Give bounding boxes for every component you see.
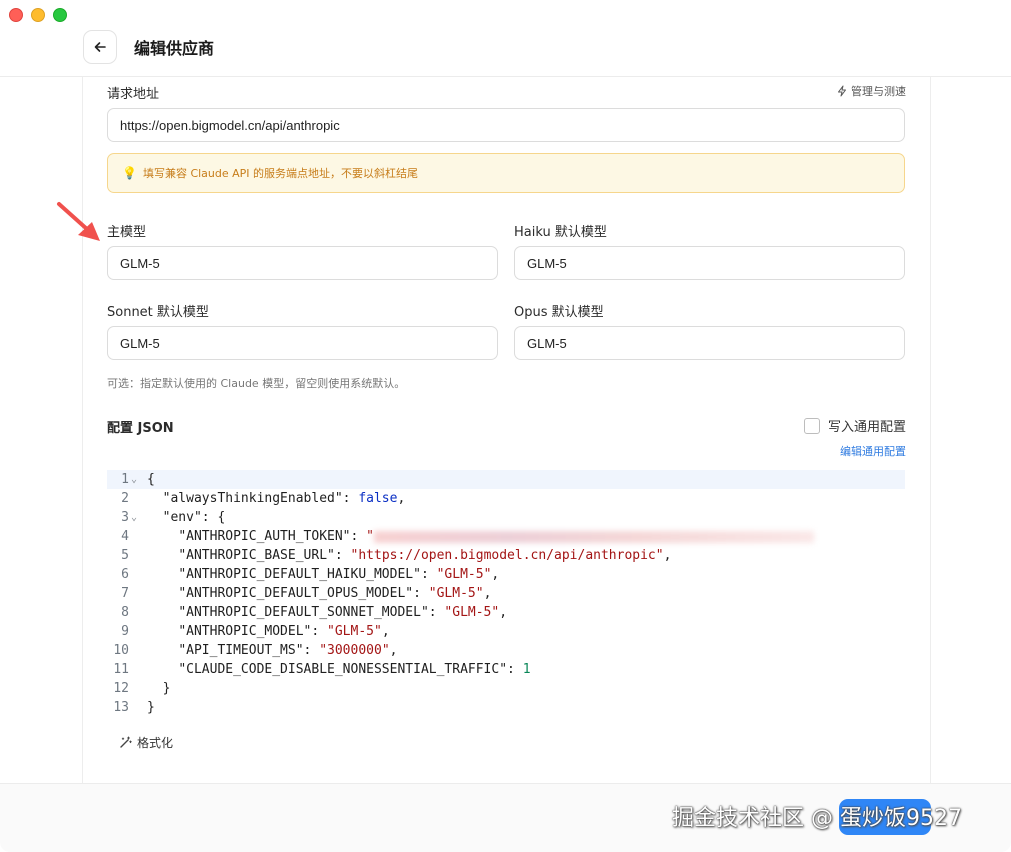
json-key: "ANTHROPIC_MODEL" xyxy=(178,624,312,639)
endpoint-input[interactable]: https://open.bigmodel.cn/api/anthropic xyxy=(107,108,905,142)
header-bar: 编辑供应商 xyxy=(0,0,1011,77)
format-label: 格式化 xyxy=(137,736,174,750)
line-number: 8 xyxy=(121,605,129,620)
line-number: 9 xyxy=(121,624,129,639)
line-number: 11 xyxy=(113,662,129,677)
json-key: "CLAUDE_CODE_DISABLE_NONESSENTIAL_TRAFFI… xyxy=(178,662,508,677)
write-common-config-label: 写入通用配置 xyxy=(827,420,906,435)
code-line: 1 ⌄ { xyxy=(107,470,905,489)
code-text: } xyxy=(147,700,155,715)
form-panel: 请求地址 管理与测速 https://open.bigmodel.cn/api/… xyxy=(82,77,931,783)
line-number: 5 xyxy=(121,548,129,563)
json-key: "env" xyxy=(162,510,202,525)
arrow-left-icon xyxy=(94,42,106,52)
code-line: 2 "alwaysThinkingEnabled": false, xyxy=(107,489,905,508)
code-text: { xyxy=(147,472,155,487)
manage-speedtest-label: 管理与测速 xyxy=(851,85,906,98)
code-line: 6 "ANTHROPIC_DEFAULT_HAIKU_MODEL": "GLM-… xyxy=(107,565,905,584)
sonnet-model-label: Sonnet 默认模型 xyxy=(107,305,209,320)
main-model-label: 主模型 xyxy=(107,225,147,240)
code-line: 13 } xyxy=(107,698,905,717)
code-line: 4 "ANTHROPIC_AUTH_TOKEN": " xyxy=(107,527,905,546)
format-button[interactable]: 格式化 xyxy=(119,734,173,751)
annotation-arrow-icon xyxy=(57,202,100,241)
config-json-title: 配置 JSON xyxy=(107,421,174,436)
page-title: 编辑供应商 xyxy=(134,39,215,58)
edit-common-config-link[interactable]: 编辑通用配置 xyxy=(840,443,906,459)
line-number: 3 xyxy=(121,510,129,525)
sonnet-model-input[interactable]: GLM-5 xyxy=(107,326,498,360)
json-value: " xyxy=(366,529,374,544)
json-key: "ANTHROPIC_AUTH_TOKEN" xyxy=(178,529,351,544)
code-line: 5 "ANTHROPIC_BASE_URL": "https://open.bi… xyxy=(107,546,905,565)
lightning-icon xyxy=(838,85,846,97)
json-key: "ANTHROPIC_DEFAULT_HAIKU_MODEL" xyxy=(178,567,421,582)
json-key: "alwaysThinkingEnabled" xyxy=(162,491,343,506)
opus-model-label: Opus 默认模型 xyxy=(514,305,604,320)
redacted-token xyxy=(373,530,814,543)
code-line: 11 "CLAUDE_CODE_DISABLE_NONESSENTIAL_TRA… xyxy=(107,660,905,679)
json-key: "ANTHROPIC_DEFAULT_SONNET_MODEL" xyxy=(178,605,429,620)
json-value: 1 xyxy=(522,662,531,677)
fold-chevron-icon[interactable]: ⌄ xyxy=(131,470,137,489)
minimize-window-button[interactable] xyxy=(31,8,45,22)
write-common-config-checkbox[interactable] xyxy=(803,417,820,434)
endpoint-tip: 💡 填写兼容 Claude API 的服务端点地址，不要以斜杠结尾 xyxy=(107,153,905,193)
json-value: "3000000" xyxy=(319,643,390,658)
haiku-model-input[interactable]: GLM-5 xyxy=(514,246,905,280)
endpoint-label: 请求地址 xyxy=(107,87,160,102)
code-text: } xyxy=(162,681,171,696)
write-common-config-toggle[interactable]: 写入通用配置 xyxy=(803,416,906,435)
code-line: 7 "ANTHROPIC_DEFAULT_OPUS_MODEL": "GLM-5… xyxy=(107,584,905,603)
line-number: 13 xyxy=(113,700,129,715)
watermark-text: 掘金技术社区 @ 蛋炒饭9527 xyxy=(672,806,962,831)
opus-model-input[interactable]: GLM-5 xyxy=(514,326,905,360)
app-window: 编辑供应商 请求地址 管理与测速 https://open.bigmodel.c… xyxy=(0,0,1011,852)
json-value: "GLM-5" xyxy=(327,624,382,639)
line-number: 7 xyxy=(121,586,129,601)
line-number: 6 xyxy=(121,567,129,582)
code-line: 3 ⌄ "env": { xyxy=(107,508,905,527)
line-number: 2 xyxy=(121,491,129,506)
json-value: false xyxy=(358,491,398,506)
fold-chevron-icon[interactable]: ⌄ xyxy=(131,508,137,527)
lightbulb-icon: 💡 xyxy=(122,166,137,180)
line-number: 10 xyxy=(113,643,129,658)
json-key: "ANTHROPIC_DEFAULT_OPUS_MODEL" xyxy=(178,586,414,601)
code-line: 9 "ANTHROPIC_MODEL": "GLM-5", xyxy=(107,622,905,641)
code-line: 12 } xyxy=(107,679,905,698)
manage-speedtest-button[interactable]: 管理与测速 xyxy=(836,83,906,99)
json-editor[interactable]: 1 ⌄ { 2 "alwaysThinkingEnabled": false, … xyxy=(107,470,905,720)
json-key: "API_TIMEOUT_MS" xyxy=(178,643,304,658)
maximize-window-button[interactable] xyxy=(53,8,67,22)
json-key: "ANTHROPIC_BASE_URL" xyxy=(178,548,335,563)
model-hint: 可选：指定默认使用的 Claude 模型，留空则使用系统默认。 xyxy=(107,377,406,390)
json-value: { xyxy=(217,510,226,525)
line-number: 1 xyxy=(121,472,129,487)
haiku-model-label: Haiku 默认模型 xyxy=(514,225,607,240)
back-button[interactable] xyxy=(83,30,117,64)
line-number: 12 xyxy=(113,681,129,696)
code-line: 10 "API_TIMEOUT_MS": "3000000", xyxy=(107,641,905,660)
json-value: "GLM-5" xyxy=(444,605,500,620)
main-model-input[interactable]: GLM-5 xyxy=(107,246,498,280)
endpoint-tip-text: 填写兼容 Claude API 的服务端点地址，不要以斜杠结尾 xyxy=(142,167,419,180)
json-value: "GLM-5" xyxy=(428,586,484,601)
json-value: "https://open.bigmodel.cn/api/anthropic" xyxy=(350,548,664,563)
json-value: "GLM-5" xyxy=(436,567,492,582)
close-window-button[interactable] xyxy=(9,8,23,22)
magic-wand-icon xyxy=(120,736,132,748)
code-line: 8 "ANTHROPIC_DEFAULT_SONNET_MODEL": "GLM… xyxy=(107,603,905,622)
line-number: 4 xyxy=(121,529,129,544)
window-controls xyxy=(9,8,67,22)
